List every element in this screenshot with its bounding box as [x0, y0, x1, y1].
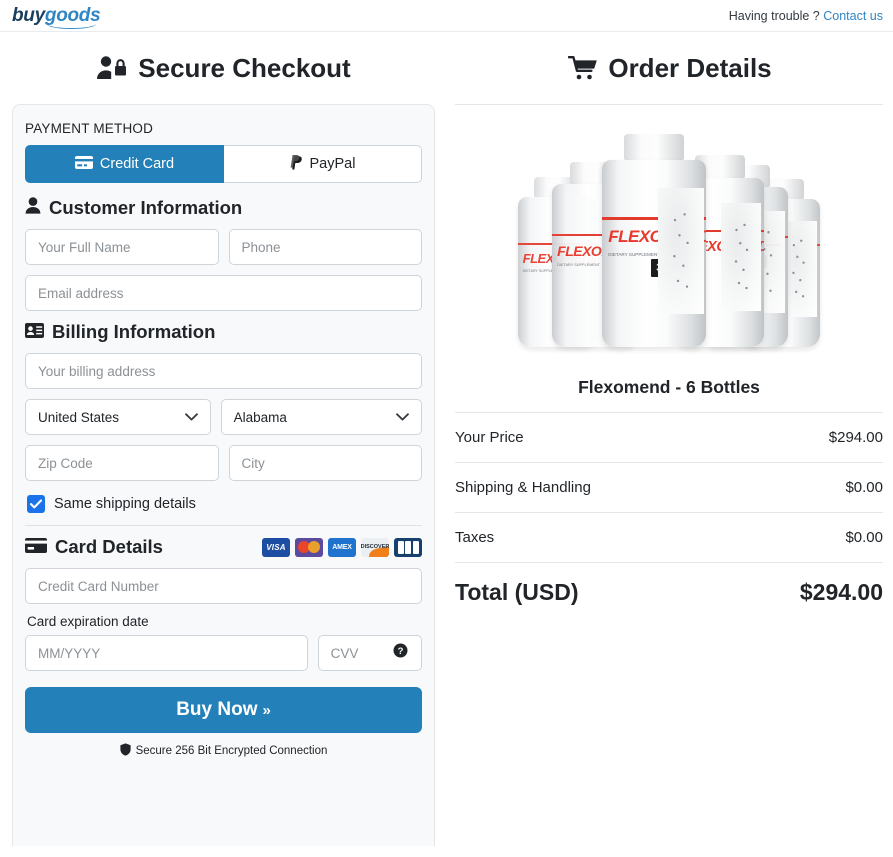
total-value: $294.00: [799, 578, 883, 605]
summary-row-shipping: Shipping & Handling $0.00: [455, 463, 883, 512]
billing-address-input[interactable]: [25, 353, 422, 389]
checkout-column: Secure Checkout PAYMENT METHOD Credit Ca…: [0, 32, 447, 846]
same-shipping-checkbox[interactable]: [27, 495, 45, 513]
flexomend-bottles-group: FLEXOMEND DIETARY SUPPLEMENT FLEXOMEND D…: [504, 132, 834, 347]
tab-paypal-label: PayPal: [309, 156, 356, 172]
tab-paypal[interactable]: PayPal: [224, 145, 422, 183]
full-name-input[interactable]: [25, 229, 219, 265]
payment-method-tabs: Credit Card PayPal: [25, 145, 422, 183]
logo-swoosh-icon: [46, 24, 97, 29]
chevron-down-icon: [184, 410, 198, 424]
zip-code-input[interactable]: [25, 445, 219, 481]
order-details-title: Order Details: [608, 52, 772, 83]
checkout-form-panel: PAYMENT METHOD Credit Card PayPal Custom…: [12, 104, 435, 846]
country-select-value: United States: [38, 409, 120, 425]
section-divider: [25, 525, 422, 526]
city-input[interactable]: [228, 445, 422, 481]
expiry-cvv-row: ?: [25, 635, 422, 671]
top-bar: buy goods Having trouble ? Contact us: [0, 0, 893, 32]
summary-label-price: Your Price: [455, 429, 524, 446]
billing-information-heading: Billing Information: [25, 321, 422, 343]
paypal-icon: [290, 154, 303, 174]
phone-input[interactable]: [228, 229, 422, 265]
bottle-sub-text: DIETARY SUPPLEMENT: [608, 251, 661, 257]
question-circle-icon[interactable]: ?: [393, 643, 408, 663]
order-details-column: Order Details FLEXOMEND DIETARY SUPPLEME…: [447, 32, 893, 846]
summary-value-taxes: $0.00: [845, 529, 883, 546]
card-number-input[interactable]: [25, 568, 422, 604]
cvv-field-wrapper: ?: [317, 635, 422, 671]
email-row: [25, 275, 422, 311]
double-chevron-right-icon: »: [262, 701, 271, 719]
secure-checkout-heading: Secure Checkout: [0, 32, 447, 104]
bottle-front: FLEXOMEND DIETARY SUPPLEMENT 30: [602, 133, 706, 347]
same-shipping-row[interactable]: Same shipping details: [27, 495, 422, 513]
user-icon: [25, 197, 41, 219]
jcb-icon: [394, 537, 422, 557]
card-details-heading: Card Details VISA AMEX DISCOVER: [25, 536, 422, 558]
tab-credit-card-label: Credit Card: [99, 156, 175, 172]
help-text: Having trouble ?: [728, 8, 820, 23]
buy-now-label: Buy Now: [176, 699, 258, 720]
tab-credit-card[interactable]: Credit Card: [25, 145, 224, 183]
card-details-title: Card Details: [55, 536, 163, 557]
summary-label-taxes: Taxes: [455, 529, 495, 546]
summary-value-shipping: $0.00: [845, 479, 883, 496]
secure-connection-text: Secure 256 Bit Encrypted Connection: [135, 745, 328, 757]
visa-icon: VISA: [262, 537, 290, 557]
card-brand-icons: VISA AMEX DISCOVER: [262, 537, 422, 557]
billing-address-row: [25, 353, 422, 389]
summary-value-price: $294.00: [828, 429, 883, 446]
visa-label: VISA: [266, 542, 286, 552]
amex-icon: AMEX: [328, 537, 356, 557]
summary-row-total: Total (USD) $294.00: [455, 563, 883, 621]
product-title: Flexomend - 6 Bottles: [578, 377, 760, 397]
discover-label: DISCOVER: [361, 544, 389, 550]
total-label: Total (USD): [455, 578, 579, 605]
summary-row-price: Your Price $294.00: [455, 413, 883, 462]
user-lock-icon: [96, 55, 128, 81]
same-shipping-label: Same shipping details: [54, 496, 196, 512]
help-area: Having trouble ? Contact us: [729, 9, 883, 23]
order-details-heading: Order Details: [447, 32, 893, 104]
svg-text:?: ?: [398, 646, 404, 657]
shield-icon: [119, 743, 131, 759]
logo-text-buy: buy: [12, 4, 45, 26]
mastercard-icon: [295, 537, 323, 557]
card-number-row: [25, 568, 422, 604]
logo-text-goods: goods: [44, 4, 101, 26]
shopping-cart-icon: [568, 55, 598, 81]
product-image: FLEXOMEND DIETARY SUPPLEMENT FLEXOMEND D…: [455, 105, 883, 367]
country-state-row: United States Alabama: [25, 399, 422, 435]
discover-icon: DISCOVER: [361, 537, 389, 557]
secure-connection-note: Secure 256 Bit Encrypted Connection: [25, 743, 422, 759]
credit-card-icon: [74, 155, 93, 173]
summary-row-taxes: Taxes $0.00: [455, 513, 883, 562]
email-input[interactable]: [25, 275, 422, 311]
card-expiration-label: Card expiration date: [27, 614, 149, 629]
page-body: Secure Checkout PAYMENT METHOD Credit Ca…: [0, 32, 893, 846]
summary-label-shipping: Shipping & Handling: [455, 479, 591, 496]
zip-city-row: [25, 445, 422, 481]
card-expiration-input[interactable]: [25, 635, 308, 671]
chevron-down-icon: [396, 410, 409, 424]
amex-label: AMEX: [332, 543, 352, 551]
state-select[interactable]: Alabama: [220, 399, 422, 435]
payment-method-label: PAYMENT METHOD: [25, 121, 154, 136]
credit-card-icon: [25, 536, 47, 558]
order-summary-panel: FLEXOMEND DIETARY SUPPLEMENT FLEXOMEND D…: [447, 104, 893, 621]
customer-information-heading: Customer Information: [25, 197, 422, 219]
country-select[interactable]: United States: [25, 399, 211, 435]
bottle-sub-text: DIETARY SUPPLEMENT: [557, 262, 600, 267]
billing-information-title: Billing Information: [52, 321, 216, 342]
name-phone-row: [25, 229, 422, 265]
state-select-value: Alabama: [233, 409, 287, 425]
buygoods-logo[interactable]: buy goods: [12, 4, 101, 29]
customer-information-title: Customer Information: [49, 197, 243, 218]
id-card-icon: [25, 321, 44, 343]
contact-us-link[interactable]: Contact us: [823, 9, 883, 23]
page-title: Secure Checkout: [138, 52, 351, 83]
buy-now-button[interactable]: Buy Now »: [25, 687, 422, 733]
